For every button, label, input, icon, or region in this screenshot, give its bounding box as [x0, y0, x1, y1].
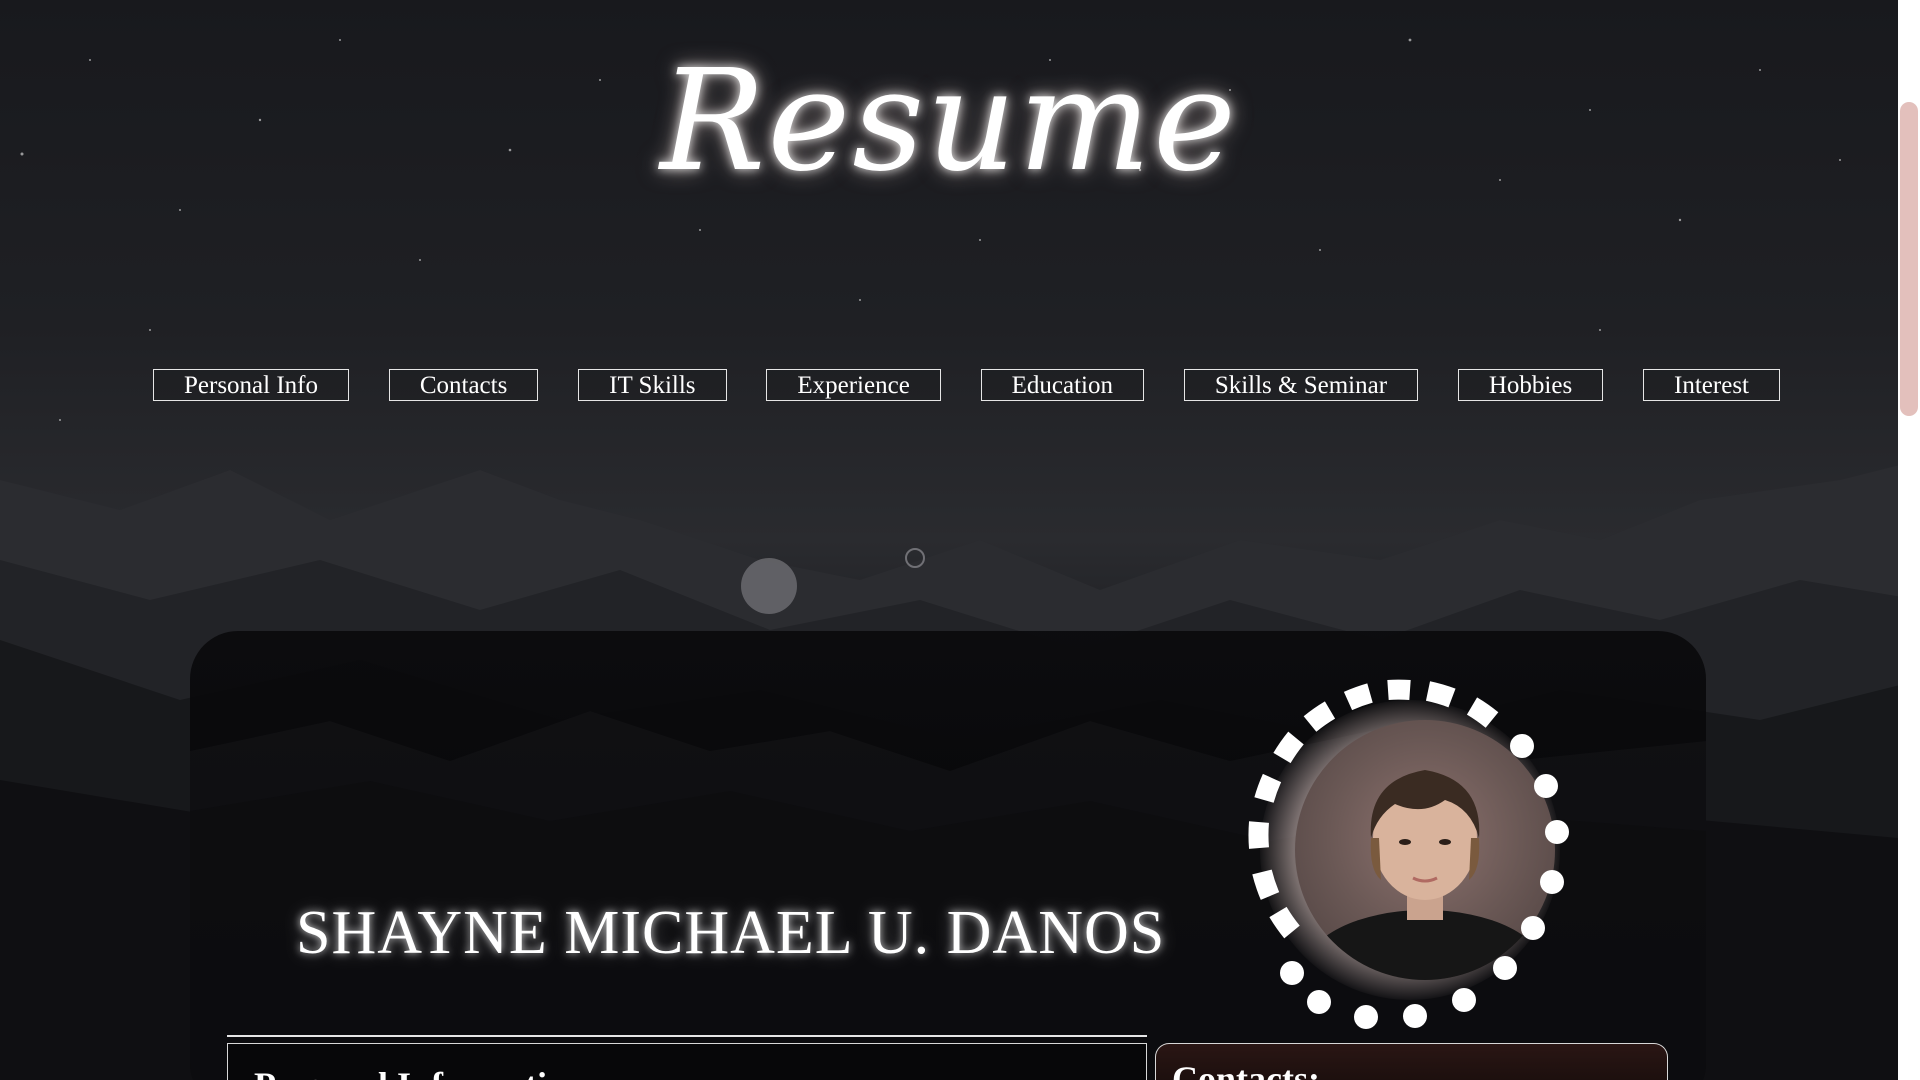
nav-item-education[interactable]: Education — [980, 369, 1144, 401]
personal-info-panel: Personal Information — [227, 1043, 1147, 1080]
profile-photo-frame — [1220, 660, 1600, 1040]
nav-item-experience[interactable]: Experience — [766, 369, 941, 401]
profile-name: SHAYNE MICHAEL U. DANOS — [296, 899, 1166, 967]
dashed-ring-decoration — [1248, 679, 1569, 1029]
section-nav: Personal Info Contacts IT Skills Experie… — [153, 368, 1780, 402]
scrollbar-thumb[interactable] — [1900, 102, 1918, 416]
nav-item-hobbies[interactable]: Hobbies — [1457, 369, 1604, 401]
page-title: Resume — [660, 40, 1238, 203]
contacts-panel: Contacts: — [1155, 1043, 1668, 1080]
nav-item-contacts[interactable]: Contacts — [388, 369, 539, 401]
contacts-heading: Contacts: — [1172, 1059, 1320, 1080]
nav-item-skills-seminar[interactable]: Skills & Seminar — [1183, 369, 1419, 401]
page-scrollbar[interactable] — [1898, 0, 1920, 1080]
nav-item-personal-info[interactable]: Personal Info — [153, 369, 349, 401]
nav-item-interest[interactable]: Interest — [1643, 369, 1780, 401]
nav-item-it-skills[interactable]: IT Skills — [578, 369, 727, 401]
section-divider — [227, 1035, 1147, 1037]
personal-info-heading: Personal Information — [254, 1064, 585, 1080]
